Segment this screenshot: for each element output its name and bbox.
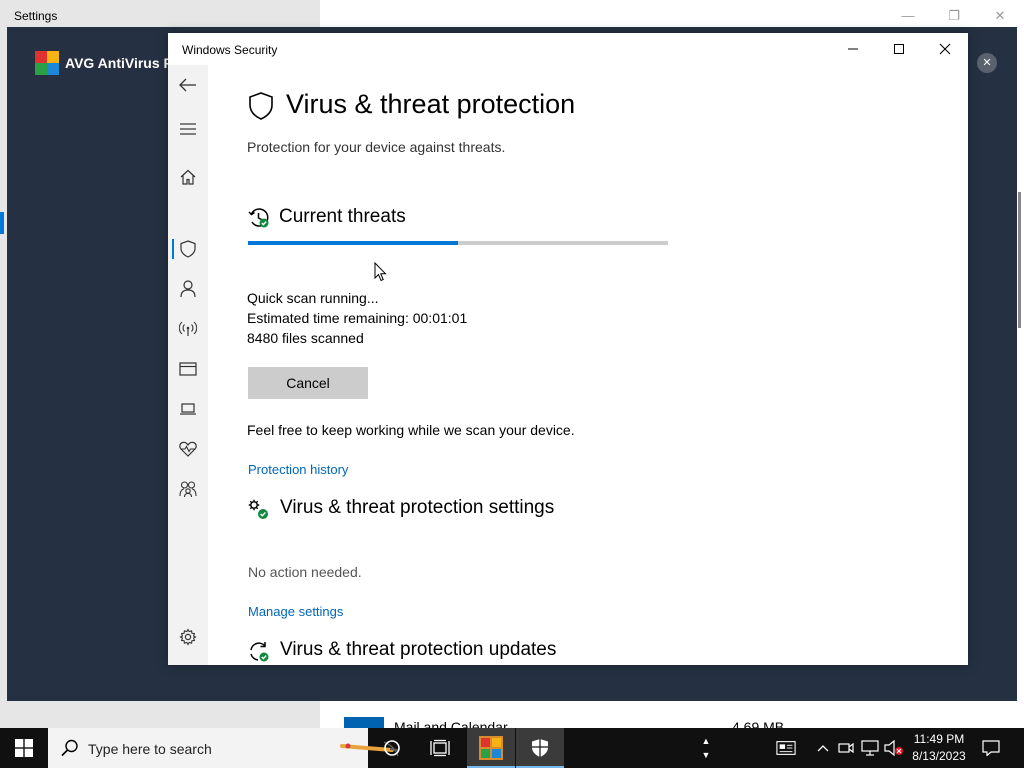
windows-logo-icon [15, 739, 33, 757]
files-scanned: 8480 files scanned [247, 330, 364, 346]
minimize-icon[interactable] [830, 33, 876, 65]
chevron-down-icon: ▼ [701, 750, 711, 760]
taskbar-search-box[interactable]: Type here to search [48, 728, 399, 768]
protection-settings-status: No action needed. [248, 564, 362, 580]
cortana-button[interactable] [368, 728, 416, 768]
task-view-icon [430, 739, 450, 757]
avg-close-icon[interactable]: ✕ [977, 53, 997, 73]
protection-settings-heading: Virus & threat protection settings [280, 497, 555, 518]
app-name: Mail and Calendar [394, 719, 508, 728]
settings-nav-accent [0, 212, 4, 234]
taskbar-avg-app[interactable] [467, 728, 515, 768]
scan-progress-bar [248, 241, 668, 245]
app-size: 4.69 MB [732, 719, 785, 728]
protection-history-link[interactable]: Protection history [248, 462, 348, 477]
settings-gears-icon [248, 499, 268, 519]
settings-minimize-icon[interactable]: — [898, 6, 918, 26]
task-view-button[interactable] [416, 728, 464, 768]
chevron-up-icon: ▲ [701, 736, 711, 746]
hamburger-icon[interactable] [178, 119, 198, 139]
wireless-icon[interactable] [178, 319, 198, 339]
protection-updates-heading: Virus & threat protection updates [280, 639, 557, 660]
avg-title: AVG AntiVirus F [65, 55, 173, 71]
mouse-cursor-icon [374, 262, 387, 282]
settings-close-icon[interactable]: ✕ [990, 6, 1010, 26]
volume-muted-icon[interactable] [884, 738, 904, 758]
keep-working-message: Feel free to keep working while we scan … [247, 422, 575, 438]
current-threats-heading: Current threats [279, 206, 406, 227]
shield-icon[interactable] [178, 239, 198, 259]
windows-security-window: Windows Security Virus & threat protecti… [168, 33, 968, 665]
update-sync-icon [250, 642, 269, 662]
ws-titlebar: Windows Security [168, 33, 968, 65]
heart-icon[interactable] [178, 439, 198, 459]
search-icon [61, 739, 78, 757]
scan-progress-fill [248, 241, 458, 245]
manage-settings-link[interactable]: Manage settings [248, 604, 343, 619]
page-shield-icon [249, 92, 273, 120]
show-hidden-icons-chevron-icon[interactable] [813, 738, 833, 758]
person-icon[interactable] [178, 279, 198, 299]
cancel-button[interactable]: Cancel [248, 367, 368, 399]
mail-app-icon [344, 717, 384, 728]
clock-date[interactable]: 8/13/2023 [906, 749, 972, 763]
window-icon[interactable] [178, 359, 198, 379]
settings-title: Settings [14, 9, 58, 23]
gear-icon[interactable] [178, 627, 198, 647]
news-icon[interactable] [776, 738, 796, 758]
laptop-icon[interactable] [178, 399, 198, 419]
windows-security-shield-icon [532, 739, 548, 757]
settings-restore-icon[interactable]: ❐ [944, 6, 964, 26]
ws-content: Virus & threat protection Protection for… [208, 65, 968, 665]
search-placeholder: Type here to search [88, 741, 212, 757]
avg-app-icon [479, 736, 503, 760]
app-list-item[interactable]: Mail and Calendar 4.69 MB [320, 700, 1024, 728]
taskbar-scroll-arrows[interactable]: ▲ ▼ [696, 730, 716, 766]
home-icon[interactable] [178, 167, 198, 187]
taskbar-windows-security-app[interactable] [516, 728, 564, 768]
ws-sidebar [168, 65, 208, 665]
time-remaining: Estimated time remaining: 00:01:01 [247, 310, 468, 326]
scan-clock-icon [248, 208, 269, 228]
start-button[interactable] [0, 728, 48, 768]
taskbar: Type here to search ▲ ▼ 11:49 PM 8/13/20… [0, 728, 1024, 768]
page-subtitle: Protection for your device against threa… [247, 139, 506, 155]
cortana-circle-icon [384, 740, 400, 756]
family-icon[interactable] [178, 479, 198, 499]
maximize-icon[interactable] [876, 33, 922, 65]
settings-scrollbar[interactable] [1018, 192, 1021, 328]
page-title: Virus & threat protection [286, 89, 576, 119]
clock-time[interactable]: 11:49 PM [906, 732, 972, 746]
notification-icon[interactable] [981, 738, 1001, 758]
avg-logo-icon [35, 51, 59, 75]
meet-now-icon[interactable] [836, 738, 856, 758]
nav-selected-indicator [172, 239, 174, 259]
network-icon[interactable] [860, 738, 880, 758]
ws-window-title: Windows Security [182, 43, 278, 57]
close-icon[interactable] [922, 33, 968, 65]
scan-status: Quick scan running... [247, 290, 379, 306]
back-arrow-icon[interactable] [178, 75, 198, 95]
